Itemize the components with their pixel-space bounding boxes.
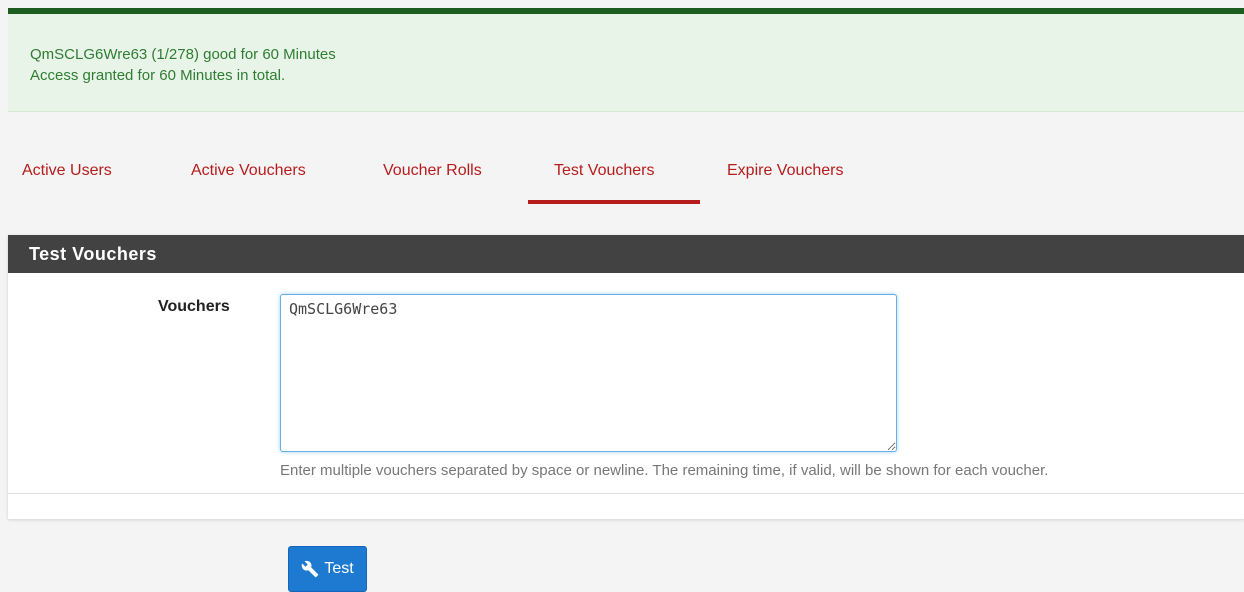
test-vouchers-panel: Test Vouchers Vouchers Enter multiple vo… [8,235,1244,519]
active-tab-indicator [528,200,700,204]
alert-access-granted: Access granted for 60 Minutes in total. [30,67,286,84]
success-alert: QmSCLG6Wre63 (1/278) good for 60 Minutes… [8,8,1244,112]
vouchers-label: Vouchers [158,298,230,315]
vouchers-help-text: Enter multiple vouchers separated by spa… [280,462,1049,479]
alert-voucher-status: QmSCLG6Wre63 (1/278) good for 60 Minutes [30,46,336,63]
test-button[interactable]: Test [288,546,367,592]
panel-title: Test Vouchers [8,235,1244,273]
wrench-icon [301,560,319,578]
tab-voucher-rolls[interactable]: Voucher Rolls [383,162,482,180]
tab-bar: Active Users Active Vouchers Voucher Rol… [8,112,1244,236]
tab-expire-vouchers[interactable]: Expire Vouchers [727,162,844,180]
tab-active-users[interactable]: Active Users [22,162,112,180]
vouchers-textarea[interactable] [280,294,897,452]
tab-active-vouchers[interactable]: Active Vouchers [191,162,306,180]
tab-test-vouchers[interactable]: Test Vouchers [554,162,655,180]
panel-divider [8,493,1244,494]
test-button-label: Test [324,560,354,577]
